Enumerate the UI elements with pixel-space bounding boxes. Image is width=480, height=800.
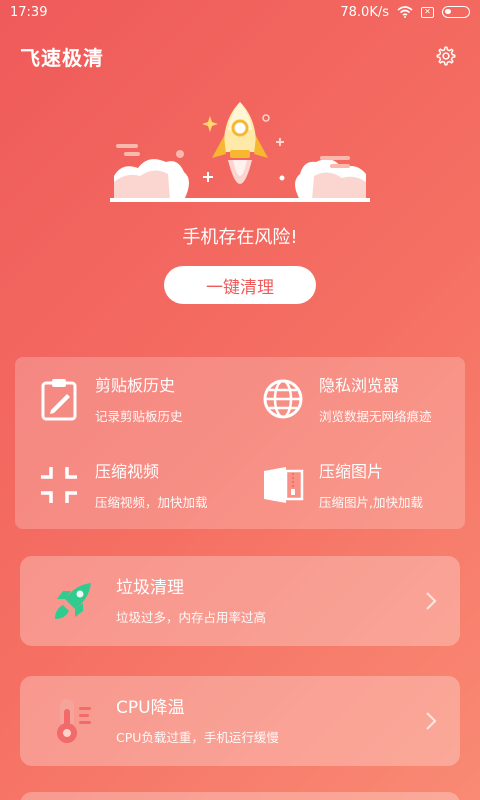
tool-compress-image[interactable]: 压缩图片 压缩图片,加快加载 xyxy=(261,461,480,521)
tool-clipboard-history[interactable]: 剪贴板历史 记录剪贴板历史 xyxy=(37,375,257,435)
tool-title: 剪贴板历史 xyxy=(95,376,176,395)
phone-risk-status: 手机存在风险! xyxy=(182,227,298,248)
hero-illustration xyxy=(110,96,370,206)
chevron-right-icon xyxy=(418,711,444,731)
tool-compress-video[interactable]: 压缩视频 压缩视频，加快加载 xyxy=(37,461,257,521)
sim-missing-icon: ✕ xyxy=(421,6,434,18)
card-title: CPU降温 xyxy=(116,697,185,718)
gear-icon xyxy=(436,46,456,66)
tool-title: 压缩图片 xyxy=(319,462,384,481)
tool-private-browser[interactable]: 隐私浏览器 浏览数据无网络痕迹 xyxy=(261,375,480,435)
tool-subtitle: 压缩视频，加快加载 xyxy=(95,495,208,510)
thermometer-icon xyxy=(48,696,98,746)
tool-subtitle: 记录剪贴板历史 xyxy=(95,409,183,424)
status-icons: 78.0K/s ✕ xyxy=(340,5,470,20)
tool-subtitle: 压缩图片,加快加载 xyxy=(319,495,423,510)
card-subtitle: CPU负载过重，手机运行缓慢 xyxy=(116,729,279,745)
chevron-right-icon xyxy=(418,591,444,611)
card-subtitle: 垃圾过多，内存占用率过高 xyxy=(116,609,267,625)
tool-subtitle: 浏览数据无网络痕迹 xyxy=(319,409,432,424)
card-junk-clean[interactable]: 垃圾清理 垃圾过多，内存占用率过高 xyxy=(20,556,460,646)
tools-panel: 剪贴板历史 记录剪贴板历史 隐私浏览器 浏览数据无网络痕迹 压缩视频 压缩视频，… xyxy=(15,357,465,529)
rocket-icon xyxy=(48,576,98,626)
compress-icon xyxy=(37,463,81,507)
battery-icon xyxy=(442,6,470,18)
settings-button[interactable] xyxy=(432,42,460,70)
clipboard-icon xyxy=(37,377,81,421)
tool-title: 隐私浏览器 xyxy=(319,376,400,395)
zip-file-icon xyxy=(261,463,305,507)
card-cpu-cooling[interactable]: CPU降温 CPU负载过重，手机运行缓慢 xyxy=(20,676,460,766)
status-bar: 17:39 78.0K/s ✕ xyxy=(0,0,480,24)
app-title: 飞速极清 xyxy=(20,45,104,70)
network-speed: 78.0K/s xyxy=(340,4,389,20)
app-header: 飞速极清 xyxy=(0,36,480,76)
globe-icon xyxy=(261,377,305,421)
wifi-icon xyxy=(397,6,413,18)
status-time: 17:39 xyxy=(10,4,48,20)
rocket-cloud-illustration xyxy=(110,102,370,202)
card-next-partial[interactable] xyxy=(20,792,460,800)
one-key-clean-button[interactable]: 一键清理 xyxy=(164,266,316,304)
card-title: 垃圾清理 xyxy=(116,577,184,598)
tool-title: 压缩视频 xyxy=(95,462,160,481)
